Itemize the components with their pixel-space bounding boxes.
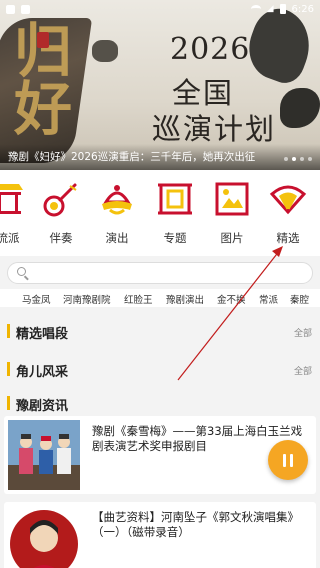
search-icon xyxy=(17,267,26,276)
category-label: 伴奏 xyxy=(49,231,73,245)
news-thumbnail xyxy=(8,508,80,568)
category-featured[interactable]: 精选 xyxy=(258,180,318,246)
section-star-performers: 角儿风采 全部 xyxy=(0,352,320,386)
category-grid: 流派 伴奏 演出 专题 图片 精选 xyxy=(0,170,320,256)
decorative-rock xyxy=(280,88,320,128)
category-label: 精选 xyxy=(276,231,300,245)
banner-carousel[interactable]: 归好 2026 全国 巡演计划 豫剧《妇好》2026巡演重启：三千年后，她再次出… xyxy=(0,0,320,170)
carousel-dot-active[interactable] xyxy=(292,157,296,161)
category-accompaniment[interactable]: 伴奏 xyxy=(31,180,91,246)
carousel-dot[interactable] xyxy=(284,157,288,161)
see-all-link[interactable]: 全部 xyxy=(294,364,312,377)
decorative-rock xyxy=(92,40,118,62)
status-bar: ◢ 6:26 xyxy=(0,0,320,18)
status-time: 6:26 xyxy=(291,3,314,15)
search-input[interactable] xyxy=(32,265,302,281)
section-title: 角儿风采 xyxy=(16,365,69,380)
section-accent-bar xyxy=(7,362,10,376)
carousel-indicator xyxy=(284,157,312,161)
section-news: 豫剧资讯 xyxy=(0,386,320,420)
banner-caption: 豫剧《妇好》2026巡演重启：三千年后，她再次出征 xyxy=(8,151,256,163)
section-title: 豫剧资讯 xyxy=(16,399,69,414)
category-label: 图片 xyxy=(220,231,244,245)
category-pictures[interactable]: 图片 xyxy=(202,180,262,246)
signal-icon: ◢ xyxy=(266,4,274,14)
news-card[interactable]: 【曲艺资料】河南坠子《郭文秋演唱集》（一）（磁带录音） xyxy=(4,502,316,568)
tag-chip[interactable]: 河南豫剧院 xyxy=(63,292,111,306)
pause-icon xyxy=(290,453,293,467)
see-all-link[interactable]: 全部 xyxy=(294,326,312,339)
section-accent-bar xyxy=(7,396,10,410)
opera-helmet-icon xyxy=(98,180,136,218)
folding-fan-icon xyxy=(269,180,307,218)
section-accent-bar xyxy=(7,324,10,338)
banner-headline-2: 巡演计划 xyxy=(152,112,277,146)
notification-icon xyxy=(6,4,15,14)
battery-icon xyxy=(279,4,286,14)
carousel-dot[interactable] xyxy=(300,157,304,161)
tag-chip[interactable]: 豫剧演出 xyxy=(166,292,204,306)
search-bar[interactable] xyxy=(7,262,313,284)
hot-tags-row: 马金凤 河南豫剧院 红脸王 豫剧演出 金不换 常派 秦腔 xyxy=(0,289,320,307)
pavilion-icon xyxy=(0,180,27,218)
tag-chip[interactable]: 常派 xyxy=(259,292,278,306)
scroll-frame-icon xyxy=(156,180,194,218)
category-label: 专题 xyxy=(163,231,187,245)
pause-icon xyxy=(283,453,286,467)
section-title: 精选唱段 xyxy=(16,327,69,342)
tag-chip[interactable]: 红脸王 xyxy=(124,292,153,306)
news-thumbnail xyxy=(8,420,80,490)
banner-year: 2026 xyxy=(170,32,251,67)
picture-frame-icon xyxy=(213,180,251,218)
carousel-dot[interactable] xyxy=(308,157,312,161)
tag-chip[interactable]: 秦腔 xyxy=(290,292,309,306)
notification-icon xyxy=(21,4,30,14)
sanxian-instrument-icon xyxy=(42,180,80,218)
tag-chip[interactable]: 金不换 xyxy=(217,292,246,306)
audio-pause-button[interactable] xyxy=(268,440,308,480)
news-title: 【曲艺资料】河南坠子《郭文秋演唱集》（一）（磁带录音） xyxy=(92,510,299,539)
red-seal-stamp xyxy=(37,32,49,48)
tag-chip[interactable]: 马金凤 xyxy=(22,292,51,306)
section-featured-arias: 精选唱段 全部 xyxy=(0,314,320,348)
wifi-icon xyxy=(250,5,261,13)
category-topics[interactable]: 专题 xyxy=(145,180,205,246)
category-performance[interactable]: 演出 xyxy=(87,180,147,246)
category-label: 演出 xyxy=(105,231,129,245)
